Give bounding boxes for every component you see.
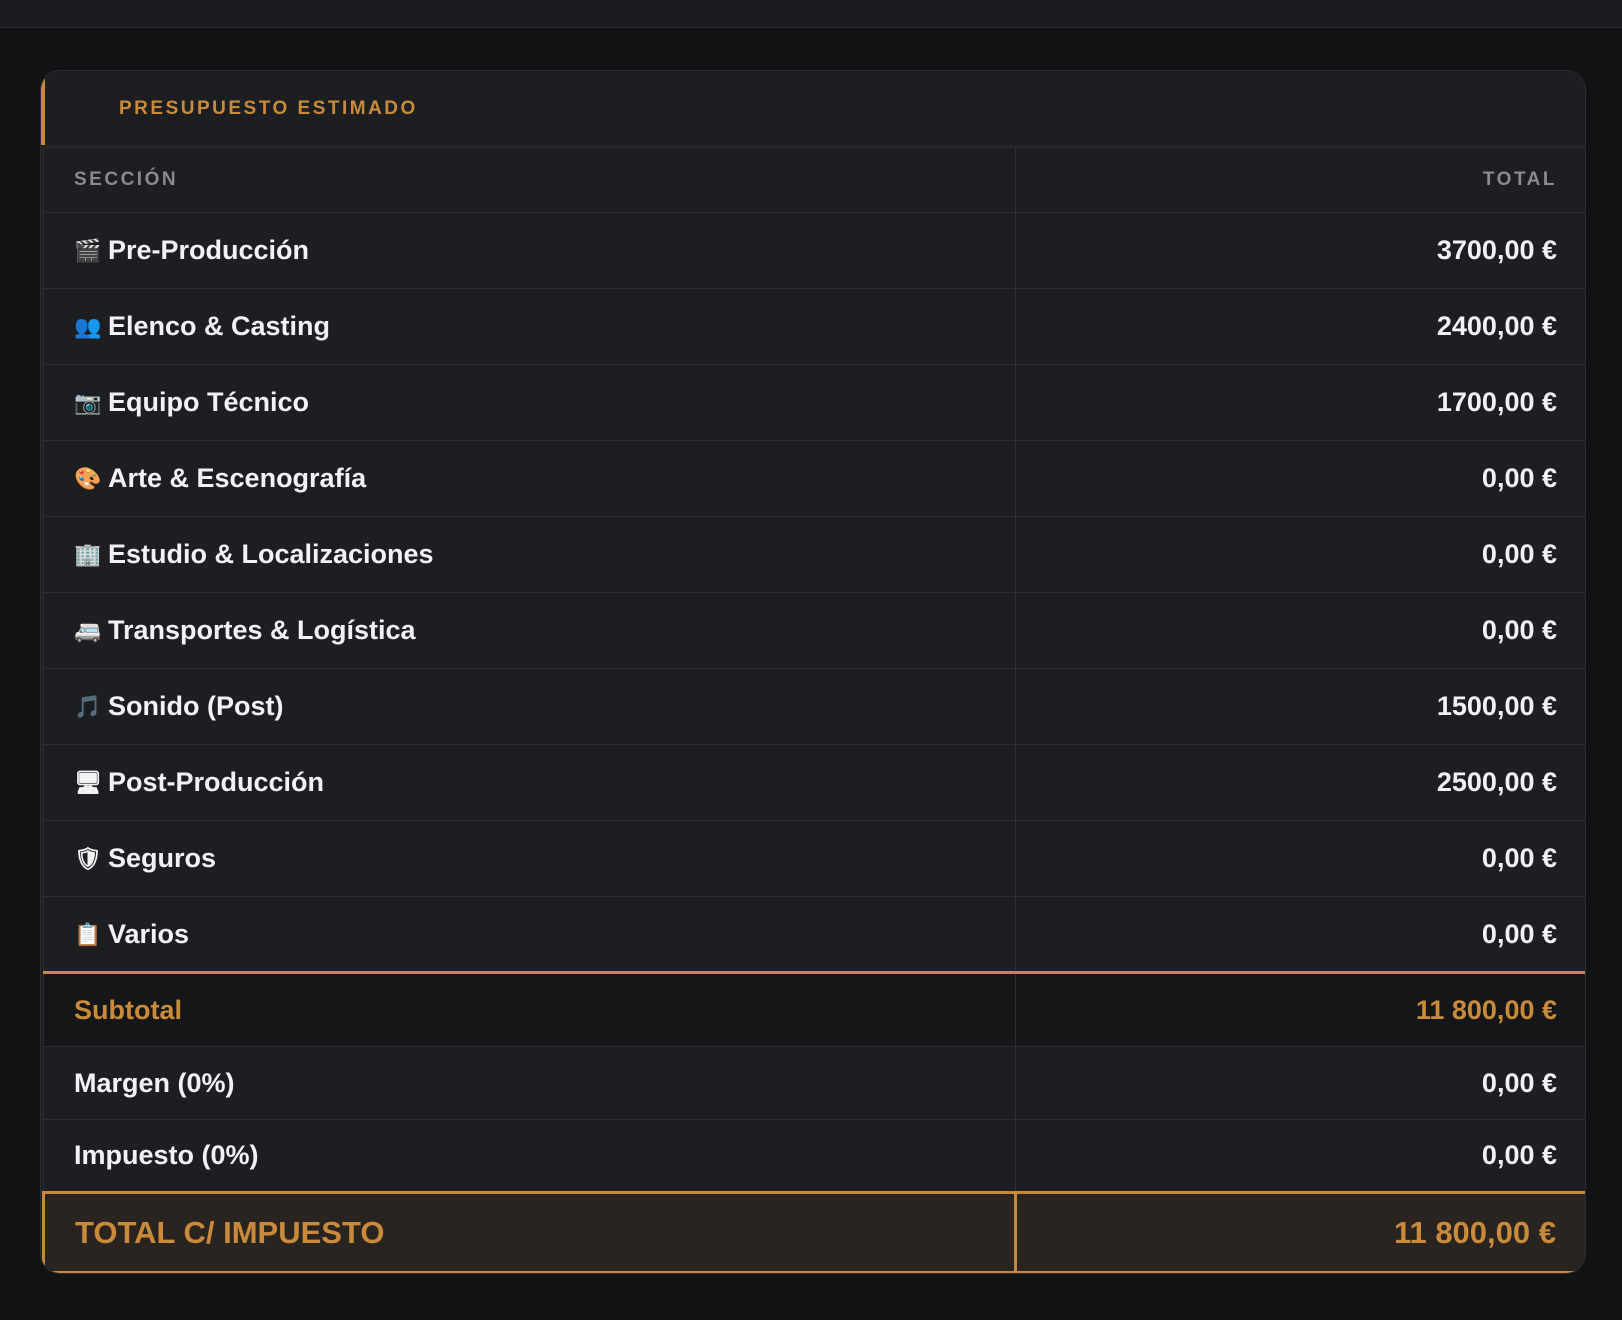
table-row: 👥 Elenco & Casting 2400,00 € xyxy=(43,288,1585,365)
section-cell: 📋 Varios xyxy=(43,896,1016,973)
amount-cell: 0,00 € xyxy=(1015,592,1585,669)
subtotal-amount: 11 800,00 € xyxy=(1015,971,1585,1047)
van-icon: 🚐 xyxy=(74,618,102,643)
grand-total-amount: 11 800,00 € xyxy=(1014,1191,1585,1273)
table-row: 🚐 Transportes & Logística 0,00 € xyxy=(43,592,1585,669)
table-row: 🏢 Estudio & Localizaciones 0,00 € xyxy=(43,516,1585,593)
section-label: Seguros xyxy=(108,843,217,873)
table-row: 🖥 Post-Producción 2500,00 € xyxy=(43,744,1585,821)
subtotal-label: Subtotal xyxy=(43,971,1016,1047)
top-bar xyxy=(0,0,1622,28)
card-header: PRESUPUESTO ESTIMADO xyxy=(41,71,1585,145)
margin-row: Margen (0%) 0,00 € xyxy=(43,1046,1585,1120)
amount-cell: 1700,00 € xyxy=(1015,364,1585,441)
amount-cell: 0,00 € xyxy=(1015,896,1585,973)
tax-row: Impuesto (0%) 0,00 € xyxy=(43,1119,1585,1193)
table-row: 📷 Equipo Técnico 1700,00 € xyxy=(43,364,1585,441)
grand-total-label: TOTAL C/ IMPUESTO xyxy=(42,1191,1017,1273)
margin-label: Margen (0%) xyxy=(43,1046,1016,1120)
table-row: 🛡 Seguros 0,00 € xyxy=(43,820,1585,897)
section-cell: 🎬 Pre-Producción xyxy=(43,212,1016,289)
section-label: Post-Producción xyxy=(108,767,325,797)
section-cell: 🖥 Post-Producción xyxy=(43,744,1016,821)
section-cell: 🏢 Estudio & Localizaciones xyxy=(43,516,1016,593)
section-label: Pre-Producción xyxy=(108,235,310,265)
subtotal-row: Subtotal 11 800,00 € xyxy=(43,971,1585,1047)
amount-cell: 0,00 € xyxy=(1015,820,1585,897)
section-cell: 👥 Elenco & Casting xyxy=(43,288,1016,365)
section-cell: 🚐 Transportes & Logística xyxy=(43,592,1016,669)
clipboard-icon: 📋 xyxy=(74,921,102,947)
budget-card: PRESUPUESTO ESTIMADO SECCIÓN TOTAL 🎬 Pre-… xyxy=(40,70,1586,1274)
section-cell: 🎵 Sonido (Post) xyxy=(43,668,1016,745)
header-section: SECCIÓN xyxy=(43,145,1016,213)
people-icon: 👥 xyxy=(74,314,102,339)
music-note-icon: 🎵 xyxy=(74,694,102,719)
table-header-row: SECCIÓN TOTAL xyxy=(43,145,1585,213)
section-label: Equipo Técnico xyxy=(108,387,310,417)
amount-cell: 3700,00 € xyxy=(1015,212,1585,289)
shield-icon: 🛡 xyxy=(74,846,102,871)
table-row: 🎬 Pre-Producción 3700,00 € xyxy=(43,212,1585,289)
amount-cell: 2400,00 € xyxy=(1015,288,1585,365)
section-label: Elenco & Casting xyxy=(108,311,331,341)
section-label: Arte & Escenografía xyxy=(108,463,367,493)
section-label: Varios xyxy=(108,918,190,949)
camera-icon: 📷 xyxy=(74,390,102,415)
clapperboard-icon: 🎬 xyxy=(74,238,102,263)
section-cell: 🎨 Arte & Escenografía xyxy=(43,440,1016,517)
amount-cell: 0,00 € xyxy=(1015,516,1585,593)
tax-label: Impuesto (0%) xyxy=(43,1119,1016,1193)
amount-cell: 2500,00 € xyxy=(1015,744,1585,821)
section-label: Sonido (Post) xyxy=(108,691,284,721)
budget-table: SECCIÓN TOTAL 🎬 Pre-Producción 3700,00 € … xyxy=(42,145,1585,1273)
building-icon: 🏢 xyxy=(74,542,102,567)
section-cell: 📷 Equipo Técnico xyxy=(43,364,1016,441)
tax-amount: 0,00 € xyxy=(1015,1119,1585,1193)
amount-cell: 0,00 € xyxy=(1015,440,1585,517)
card-title: PRESUPUESTO ESTIMADO xyxy=(119,98,418,119)
table-row: 📋 Varios 0,00 € xyxy=(43,896,1585,973)
margin-amount: 0,00 € xyxy=(1015,1046,1585,1120)
section-label: Transportes & Logística xyxy=(108,615,416,645)
monitor-icon: 🖥 xyxy=(74,770,102,795)
table-row: 🎨 Arte & Escenografía 0,00 € xyxy=(43,440,1585,517)
palette-icon: 🎨 xyxy=(74,466,102,491)
section-label: Estudio & Localizaciones xyxy=(108,539,434,569)
section-cell: 🛡 Seguros xyxy=(43,820,1016,897)
grand-total-row: TOTAL C/ IMPUESTO 11 800,00 € xyxy=(42,1191,1585,1273)
table-row: 🎵 Sonido (Post) 1500,00 € xyxy=(43,668,1585,745)
header-total: TOTAL xyxy=(1015,145,1585,213)
amount-cell: 1500,00 € xyxy=(1015,668,1585,745)
